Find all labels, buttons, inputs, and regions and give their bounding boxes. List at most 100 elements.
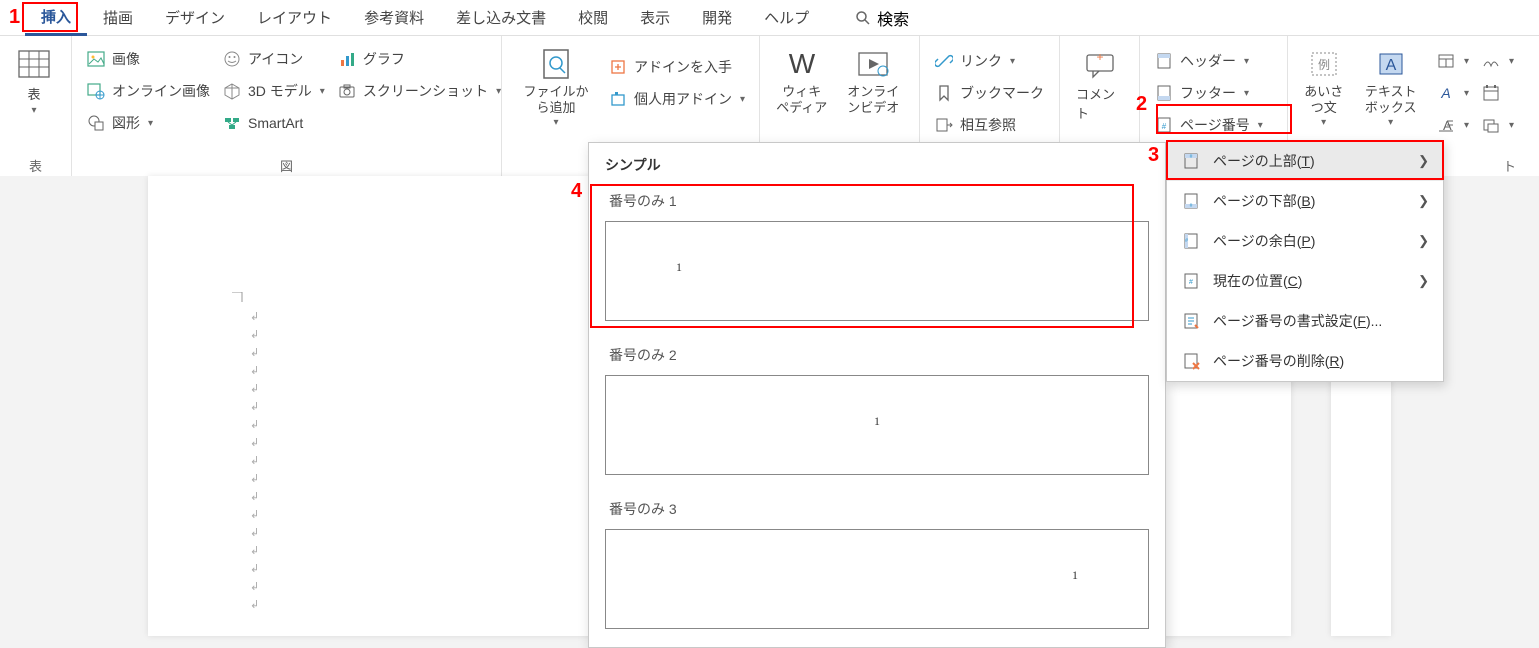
addin-icon: [608, 89, 628, 109]
file-add-button[interactable]: ファイルから追加 ▾: [510, 42, 602, 132]
submenu-margins-label: ページの余白(P): [1213, 231, 1315, 251]
link-button[interactable]: リンク▾: [934, 48, 1044, 74]
submenu-bottom-of-page[interactable]: # ページの下部(B) ❯: [1167, 181, 1443, 221]
screenshot-button[interactable]: スクリーンショット▾: [337, 78, 501, 104]
quick-parts-button[interactable]: ▾: [1436, 48, 1469, 74]
datetime-button[interactable]: [1481, 80, 1514, 106]
bookmark-label: ブックマーク: [960, 83, 1044, 103]
chevron-down-icon: ▾: [1388, 117, 1393, 128]
camera-icon: [337, 81, 357, 101]
page-number-label: ページ番号: [1180, 115, 1250, 135]
shapes-button[interactable]: 図形▾: [86, 110, 210, 136]
my-addins-button[interactable]: 個人用アドイン▾: [608, 86, 745, 112]
3d-models-button[interactable]: 3D モデル ▾: [222, 78, 325, 104]
chevron-down-icon: ▾: [738, 94, 745, 105]
chevron-down-icon: ▾: [1321, 117, 1326, 128]
3d-models-label: 3D モデル: [248, 81, 312, 101]
submenu-format[interactable]: ページ番号の書式設定(F)...: [1167, 301, 1443, 341]
chevron-down-icon: ▾: [1462, 120, 1469, 131]
cube-icon: [222, 81, 242, 101]
pictures-button[interactable]: 画像: [86, 46, 210, 72]
annotation-3: 3: [1148, 144, 1159, 167]
crossref-button[interactable]: 相互参照: [934, 112, 1044, 138]
search-label: 検索: [877, 6, 909, 30]
chevron-right-icon: ❯: [1418, 193, 1429, 209]
gallery-item-2-label: 番号のみ 2: [601, 339, 1153, 375]
tab-mailings[interactable]: 差し込み文書: [440, 1, 562, 34]
group-tables: 表 ▾ 表: [0, 36, 72, 176]
smartart-button[interactable]: SmartArt: [222, 110, 325, 136]
svg-text:+: +: [1096, 50, 1103, 64]
wordart-button[interactable]: A▾: [1436, 80, 1469, 106]
online-video-button[interactable]: オンラインビデオ: [836, 42, 911, 119]
get-addins-button[interactable]: アドインを入手: [608, 54, 745, 80]
submenu-current-position[interactable]: # 現在の位置(C) ❯: [1167, 261, 1443, 301]
chart-icon: [337, 49, 357, 69]
gallery-item-1[interactable]: 番号のみ 1 1: [589, 185, 1165, 339]
group-label-tables: 表: [8, 156, 63, 174]
online-pictures-button[interactable]: オンライン画像: [86, 78, 210, 104]
get-addins-label: アドインを入手: [634, 57, 732, 77]
table-label: 表: [27, 84, 40, 103]
chevron-down-icon: ▾: [553, 117, 558, 128]
submenu-top-label: ページの上部(T): [1213, 151, 1315, 171]
table-button[interactable]: 表 ▾: [8, 42, 60, 120]
submenu-top-of-page[interactable]: # ページの上部(T) ❯: [1167, 141, 1443, 181]
footer-button[interactable]: フッター▾: [1154, 80, 1263, 106]
tab-insert[interactable]: 挿入: [25, 0, 87, 36]
icons-icon: [222, 49, 242, 69]
submenu-page-margins[interactable]: # ページの余白(P) ❯: [1167, 221, 1443, 261]
page-current-icon: #: [1181, 271, 1201, 291]
comment-icon: +: [1082, 46, 1118, 82]
chevron-right-icon: ❯: [1418, 153, 1429, 169]
header-button[interactable]: ヘッダー▾: [1154, 48, 1263, 74]
greeting-button[interactable]: 例 あいさつ文 ▾: [1296, 42, 1351, 132]
icons-button[interactable]: アイコン: [222, 46, 325, 72]
gallery-item-3-label: 番号のみ 3: [601, 493, 1153, 529]
page-number-submenu: # ページの上部(T) ❯ # ページの下部(B) ❯ # ページの余白(P) …: [1166, 140, 1444, 382]
chart-button[interactable]: グラフ: [337, 46, 501, 72]
svg-text:W: W: [789, 49, 816, 79]
tab-layout[interactable]: レイアウト: [241, 1, 348, 34]
tab-review[interactable]: 校閲: [562, 1, 624, 34]
shapes-label: 図形: [112, 113, 140, 133]
comment-button[interactable]: + コメント: [1068, 42, 1131, 126]
textbox-button[interactable]: A テキストボックス ▾: [1351, 42, 1430, 132]
page-number-button[interactable]: # ページ番号▾: [1154, 112, 1263, 138]
tab-developer[interactable]: 開発: [686, 1, 748, 34]
link-label: リンク: [960, 51, 1002, 71]
gallery-item-2-num: 1: [874, 414, 880, 429]
comment-label: コメント: [1076, 84, 1123, 122]
gallery-section-title: シンプル: [589, 143, 1165, 185]
dropcap-button[interactable]: A▾: [1436, 112, 1469, 138]
tab-draw[interactable]: 描画: [87, 1, 149, 34]
chevron-down-icon: ▾: [1462, 56, 1469, 67]
search-box[interactable]: 検索: [855, 6, 909, 30]
chevron-down-icon: ▾: [318, 86, 325, 97]
bookmark-button[interactable]: ブックマーク: [934, 80, 1044, 106]
chevron-down-icon: ▾: [1462, 88, 1469, 99]
chevron-down-icon: ▾: [494, 86, 501, 97]
gallery-item-3[interactable]: 番号のみ 3 1: [589, 493, 1165, 647]
submenu-remove-label: ページ番号の削除(R): [1213, 351, 1344, 371]
crossref-label: 相互参照: [960, 115, 1016, 135]
submenu-format-label: ページ番号の書式設定(F)...: [1213, 311, 1382, 331]
tab-design[interactable]: デザイン: [149, 1, 241, 34]
signature-button[interactable]: ▾: [1481, 48, 1514, 74]
group-illustrations: 画像 オンライン画像 図形▾ アイコン 3D モデル▾: [72, 36, 502, 176]
tab-view[interactable]: 表示: [624, 1, 686, 34]
chart-label: グラフ: [363, 49, 405, 69]
annotation-2: 2: [1136, 93, 1147, 116]
object-button[interactable]: ▾: [1481, 112, 1514, 138]
group-label-illustrations: 図: [80, 156, 493, 174]
submenu-remove[interactable]: ページ番号の削除(R): [1167, 341, 1443, 381]
svg-text:A: A: [1440, 85, 1450, 101]
tab-references[interactable]: 参考資料: [348, 1, 440, 34]
tab-help[interactable]: ヘルプ: [748, 1, 825, 34]
picture-icon: [86, 49, 106, 69]
video-icon: [855, 46, 891, 82]
chevron-down-icon: ▾: [1507, 120, 1514, 131]
table-icon: [16, 46, 52, 82]
gallery-item-2[interactable]: 番号のみ 2 1: [589, 339, 1165, 493]
wikipedia-button[interactable]: W ウィキペディア: [768, 42, 836, 119]
